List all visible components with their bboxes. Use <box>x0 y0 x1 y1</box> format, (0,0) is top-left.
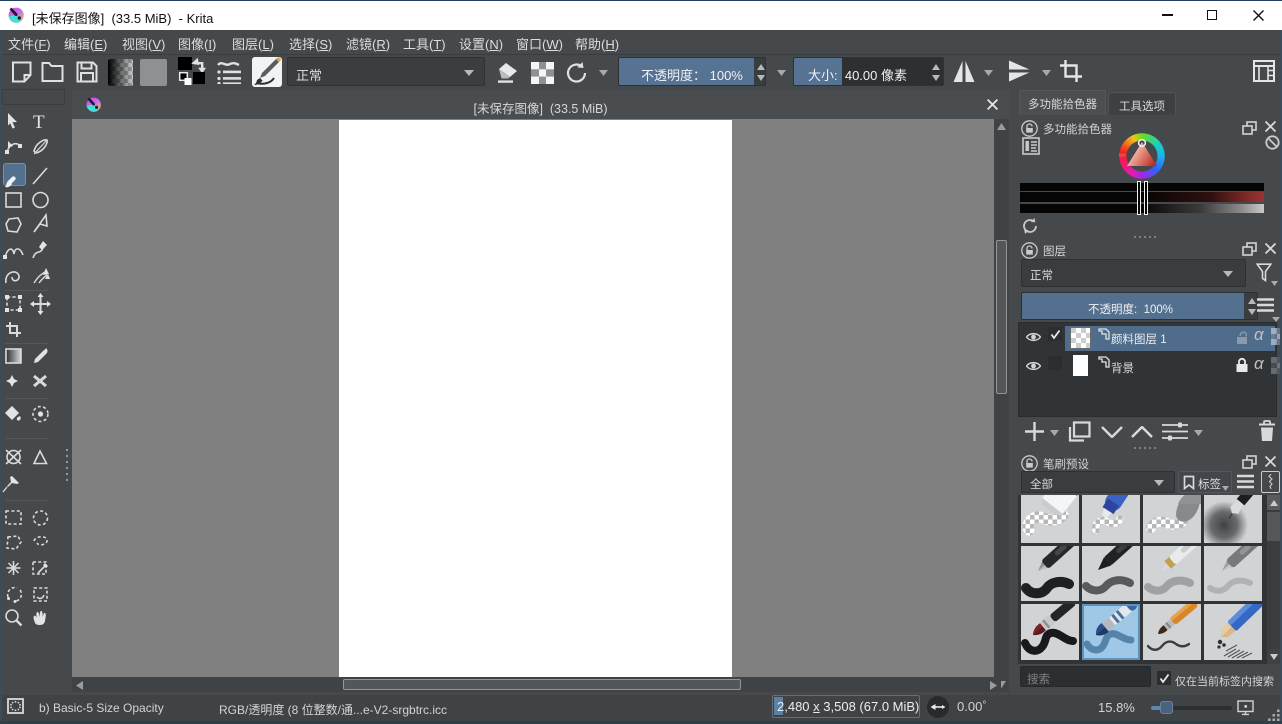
svg-text:T: T <box>33 112 45 133</box>
